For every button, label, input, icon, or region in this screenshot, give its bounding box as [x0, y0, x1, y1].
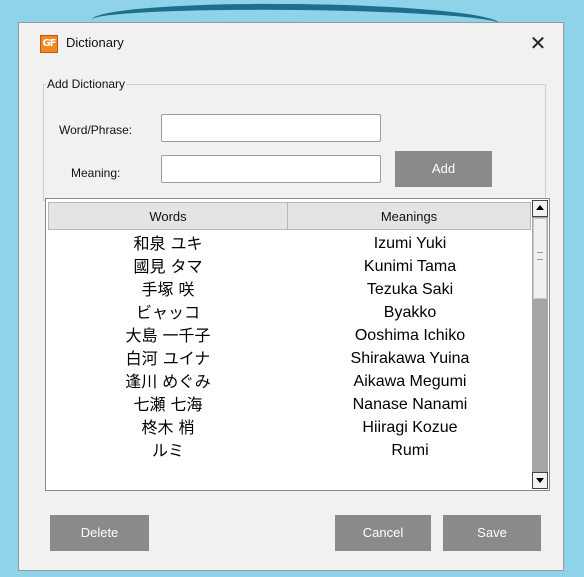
word-cell: 國見 タマ [133, 257, 203, 276]
meanings-column-header[interactable]: Meanings [288, 202, 531, 230]
scroll-up-arrow-icon[interactable] [532, 200, 548, 217]
delete-button[interactable]: Delete [50, 515, 149, 551]
vertical-scrollbar[interactable] [532, 200, 548, 489]
meaning-label: Meaning: [71, 166, 121, 180]
word-cell: 柊木 梢 [141, 418, 195, 437]
word-cell: 七瀬 七海 [133, 395, 203, 414]
table-row[interactable]: 七瀬 七海 Nanase Nanami [48, 393, 532, 416]
dictionary-table: Words Meanings 和泉 ユキ Izumi Yuki 國見 タマ Kuni… [45, 198, 550, 491]
table-row[interactable]: 逢川 めぐみ Aikawa Megumi [48, 370, 532, 393]
meaning-cell: Hiiragi Kozue [362, 419, 458, 436]
meaning-cell: Kunimi Tama [363, 258, 457, 275]
table-row[interactable]: ルミ Rumi [48, 439, 532, 462]
scroll-down-arrow-icon[interactable] [532, 472, 548, 489]
table-row[interactable]: 和泉 ユキ Izumi Yuki [48, 232, 532, 255]
word-phrase-label: Word/Phrase: [59, 123, 133, 137]
table-row[interactable]: 白河 ユイナ Shirakawa Yuina [48, 347, 532, 370]
add-dictionary-legend: Add Dictionary [47, 77, 126, 91]
table-row[interactable]: ビャッコ Byakko [48, 301, 532, 324]
title-bar: GF Dictionary ✕ [19, 23, 563, 65]
table-row[interactable]: 國見 タマ Kunimi Tama [48, 255, 532, 278]
save-button[interactable]: Save [443, 515, 541, 551]
word-cell: ビャッコ [135, 303, 200, 322]
dictionary-dialog: GF Dictionary ✕ Add Dictionary Word/Phra… [18, 22, 564, 571]
words-column-header[interactable]: Words [48, 202, 288, 230]
app-icon: GF [40, 35, 58, 53]
word-cell: 大島 一千子 [125, 326, 211, 345]
decorative-swoosh [91, 1, 501, 25]
word-cell: 白河 ユイナ [125, 349, 211, 368]
meaning-cell: Nanase Nanami [352, 396, 468, 413]
cancel-button[interactable]: Cancel [335, 515, 431, 551]
word-phrase-input[interactable] [161, 114, 381, 142]
meaning-cell: Shirakawa Yuina [350, 350, 470, 367]
close-button[interactable]: ✕ [523, 29, 553, 57]
table-header: Words Meanings [48, 202, 532, 230]
table-row[interactable]: 柊木 梢 Hiiragi Kozue [48, 416, 532, 439]
add-button[interactable]: Add [395, 151, 492, 187]
scroll-thumb[interactable] [533, 218, 547, 299]
word-cell: 逢川 めぐみ [125, 372, 211, 391]
meaning-cell: Ooshima Ichiko [354, 327, 466, 344]
word-cell: 手塚 咲 [141, 280, 195, 299]
meaning-cell: Izumi Yuki [373, 235, 447, 252]
table-body: 和泉 ユキ Izumi Yuki 國見 タマ Kunimi Tama 手塚 咲 Tez… [48, 232, 532, 462]
meaning-cell: Aikawa Megumi [353, 373, 467, 390]
word-cell: 和泉 ユキ [133, 234, 203, 253]
meaning-cell: Byakko [383, 304, 437, 321]
window-title: Dictionary [66, 35, 124, 50]
meaning-input[interactable] [161, 155, 381, 183]
meaning-cell: Rumi [391, 442, 429, 459]
word-cell: ルミ [151, 441, 184, 460]
table-row[interactable]: 大島 一千子 Ooshima Ichiko [48, 324, 532, 347]
table-row[interactable]: 手塚 咲 Tezuka Saki [48, 278, 532, 301]
meaning-cell: Tezuka Saki [366, 281, 454, 298]
add-dictionary-group: Add Dictionary Word/Phrase: Meaning: Add [43, 77, 546, 201]
